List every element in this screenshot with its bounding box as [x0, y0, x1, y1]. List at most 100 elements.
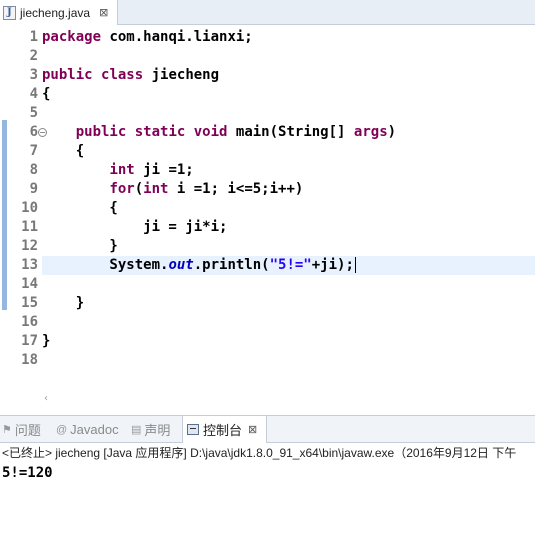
line-number: 18 — [21, 352, 38, 368]
scroll-left-icon[interactable]: ‹ — [44, 393, 48, 404]
code-line[interactable]: int ji =1; — [42, 161, 535, 180]
line-number: 16 — [21, 314, 38, 330]
code-token: com.hanqi.lianxi; — [101, 29, 253, 45]
code-editor[interactable]: 1 2 3 4 5 6−7 8 9 10 11 12 13 14 15 16 17 18 package com… — [0, 25, 535, 404]
line-number: 8 — [29, 162, 38, 178]
code-token: } — [42, 238, 118, 254]
code-token: } — [42, 295, 85, 311]
horizontal-scrollbar[interactable]: ‹ — [42, 392, 535, 409]
tab-javadoc[interactable]: @ Javadoc — [56, 416, 126, 443]
code-line[interactable]: } — [42, 332, 535, 351]
editor-tab-label: jiecheng.java — [20, 5, 91, 20]
tab-problems[interactable]: ⚑ 问题 — [2, 416, 52, 443]
code-line[interactable] — [42, 47, 535, 66]
tab-console[interactable]: 控制台 ⊠ — [182, 416, 267, 443]
code-token: { — [42, 86, 51, 102]
line-number: 4 — [29, 86, 38, 102]
keyword-token: args — [353, 124, 388, 140]
tab-console-label: 控制台 — [203, 423, 243, 438]
bottom-panel-tabs: ⚑ 问题 @ Javadoc ▤ 声明 控制台 ⊠ — [0, 415, 535, 443]
code-token: } — [42, 333, 51, 349]
code-token: i =1; i<=5;i++) — [168, 181, 304, 197]
code-token: ( — [134, 181, 144, 197]
keyword-token: for — [109, 181, 135, 197]
code-token: main(String[] — [227, 124, 354, 140]
line-number: 13 — [21, 257, 38, 273]
change-marker — [2, 120, 7, 310]
keyword-token: public — [42, 67, 93, 83]
code-line[interactable]: { — [42, 142, 535, 161]
console-view[interactable]: <已终止> jiecheng [Java 应用程序] D:\java\jdk1.… — [0, 443, 535, 554]
keyword-token: void — [193, 124, 228, 140]
tab-declaration[interactable]: ▤ 声明 — [131, 416, 181, 443]
code-token: ji =1; — [134, 162, 194, 178]
field-token: out — [168, 257, 194, 273]
keyword-token: public — [75, 124, 127, 140]
line-number: 6 — [29, 124, 38, 140]
line-number: 9 — [29, 181, 38, 197]
close-tab-icon[interactable]: ⊠ — [99, 6, 108, 19]
java-file-icon — [3, 5, 16, 20]
line-number: 12 — [21, 238, 38, 254]
code-line[interactable]: ji = ji*i; — [42, 218, 535, 237]
code-line[interactable] — [42, 313, 535, 332]
text-caret — [354, 257, 356, 273]
line-number: 7 — [29, 143, 38, 159]
code-line[interactable]: } — [42, 237, 535, 256]
code-line[interactable] — [42, 104, 535, 123]
console-status-line: <已终止> jiecheng [Java 应用程序] D:\java\jdk1.… — [2, 446, 517, 460]
line-number: 2 — [29, 48, 38, 64]
close-console-icon[interactable]: ⊠ — [248, 423, 257, 436]
line-number: 15 — [21, 295, 38, 311]
code-line[interactable]: System.out.println("5!="+ji); — [42, 256, 535, 275]
keyword-token: class — [101, 67, 144, 83]
keyword-token: int — [143, 181, 169, 197]
code-token: .println( — [193, 257, 270, 273]
code-line[interactable]: for(int i =1; i<=5;i++) — [42, 180, 535, 199]
console-icon — [187, 424, 199, 435]
code-token: ) — [387, 124, 397, 140]
code-area[interactable]: package com.hanqi.lianxi; public class ji… — [42, 25, 535, 392]
code-token: ji = ji*i; — [42, 219, 228, 235]
code-token: { — [42, 143, 85, 159]
code-line[interactable]: { — [42, 199, 535, 218]
problems-icon: ⚑ — [2, 424, 12, 436]
line-number: 5 — [29, 105, 38, 121]
line-number: 10 — [21, 200, 38, 216]
keyword-token: int — [109, 162, 135, 178]
keyword-token: static — [134, 124, 186, 140]
code-token: System. — [42, 257, 169, 273]
tab-problems-label: 问题 — [14, 423, 41, 438]
code-token: jiecheng — [143, 67, 220, 83]
keyword-token: package — [42, 29, 102, 45]
line-number: 1 — [29, 29, 38, 45]
code-line[interactable]: public class jiecheng — [42, 66, 535, 85]
code-token: { — [42, 200, 118, 216]
declaration-icon: ▤ — [131, 424, 142, 436]
code-line[interactable]: public static void main(String[] args) — [42, 123, 535, 142]
tab-javadoc-label: Javadoc — [70, 422, 119, 437]
code-line[interactable] — [42, 275, 535, 294]
line-number: 14 — [21, 276, 38, 292]
code-line[interactable] — [42, 351, 535, 370]
javadoc-icon: @ — [56, 423, 68, 436]
line-number: 17 — [21, 333, 38, 349]
line-number-gutter: 1 2 3 4 5 6−7 8 9 10 11 12 13 14 15 16 17 18 — [8, 25, 47, 392]
editor-tab-jiecheng[interactable]: jiecheng.java ⊠ — [0, 0, 118, 25]
code-line[interactable]: package com.hanqi.lianxi; — [42, 28, 535, 47]
code-line[interactable]: { — [42, 85, 535, 104]
line-number: 11 — [21, 219, 38, 235]
code-line[interactable]: } — [42, 294, 535, 313]
string-token: "5!=" — [269, 257, 312, 273]
tab-declaration-label: 声明 — [144, 423, 171, 438]
code-token: +ji); — [311, 257, 354, 273]
console-output: 5!=120 — [2, 465, 53, 481]
change-ruler — [0, 25, 8, 392]
editor-tab-bar: jiecheng.java ⊠ — [0, 0, 535, 25]
